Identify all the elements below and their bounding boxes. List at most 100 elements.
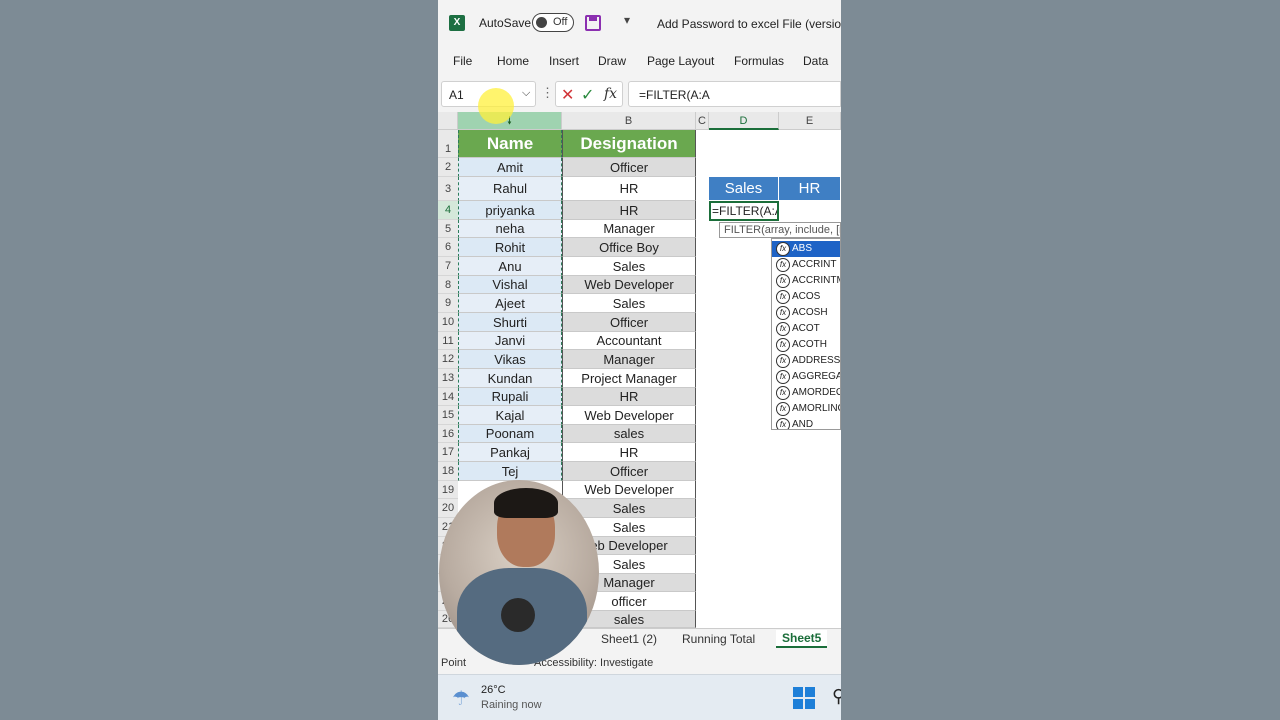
row-header[interactable]: 2 — [438, 158, 458, 177]
cancel-icon[interactable]: ✕ — [561, 85, 574, 105]
row-header[interactable]: 9 — [438, 294, 458, 313]
row-header[interactable]: 16 — [438, 425, 458, 443]
search-icon[interactable]: ⚲ — [832, 686, 841, 707]
row-header[interactable]: 10 — [438, 313, 458, 332]
name-cell[interactable]: Kajal — [458, 406, 562, 425]
row-header[interactable]: 11 — [438, 332, 458, 350]
row-header[interactable]: 19 — [438, 481, 458, 499]
select-all-corner[interactable] — [438, 112, 458, 130]
name-cell[interactable]: Anu — [458, 257, 562, 276]
designation-cell[interactable]: Manager — [562, 350, 696, 369]
enter-check-icon[interactable]: ✓ — [581, 85, 594, 105]
designation-cell[interactable]: Manager — [562, 220, 696, 238]
menu-file[interactable]: File — [453, 54, 472, 68]
designation-cell[interactable]: HR — [562, 177, 696, 201]
designation-cell[interactable]: Web Developer — [562, 276, 696, 294]
designation-cell[interactable]: Web Developer — [562, 406, 696, 425]
row-header[interactable]: 18 — [438, 462, 458, 481]
column-header-b[interactable]: B — [562, 112, 696, 130]
name-cell[interactable]: Ajeet — [458, 294, 562, 313]
autocomplete-item[interactable]: fx ACCRINT — [772, 257, 840, 273]
name-cell[interactable]: Janvi — [458, 332, 562, 350]
autocomplete-item[interactable]: fx AND — [772, 417, 840, 429]
active-cell-d4[interactable]: =FILTER(A:A — [709, 201, 779, 221]
customize-quick-access-icon[interactable]: ▾ — [624, 13, 630, 27]
autocomplete-item[interactable]: fx ACOSH — [772, 305, 840, 321]
insert-function-icon[interactable]: fx — [604, 86, 617, 102]
designation-cell[interactable]: Accountant — [562, 332, 696, 350]
column-header-c[interactable]: C — [696, 112, 709, 130]
rain-cloud-icon[interactable]: ☂ — [452, 686, 470, 711]
name-cell[interactable]: priyanka — [458, 201, 562, 220]
row-header[interactable]: 8 — [438, 276, 458, 294]
header-name-cell[interactable]: Name — [458, 130, 562, 158]
autocomplete-item[interactable]: fxAMORDEGRC — [772, 385, 840, 401]
row-header[interactable]: 13 — [438, 369, 458, 388]
name-cell[interactable]: Tej — [458, 462, 562, 481]
autocomplete-item[interactable]: fx ACOS — [772, 289, 840, 305]
autocomplete-item[interactable]: fx ADDRESS — [772, 353, 840, 369]
designation-cell[interactable]: Web Developer — [562, 481, 696, 499]
designation-cell[interactable]: HR — [562, 443, 696, 462]
menu-page-layout[interactable]: Page Layout — [647, 54, 714, 68]
autocomplete-item[interactable]: fx ACCRINTM — [772, 273, 840, 289]
tab-sheet5[interactable]: Sheet5 — [776, 630, 828, 648]
designation-cell[interactable]: Officer — [562, 313, 696, 332]
row-header[interactable]: 5 — [438, 220, 458, 238]
name-cell[interactable]: Kundan — [458, 369, 562, 388]
autocomplete-item[interactable]: fx ACOTH — [772, 337, 840, 353]
row-header[interactable]: 12 — [438, 350, 458, 369]
designation-cell[interactable]: HR — [562, 201, 696, 220]
name-cell[interactable]: Vikas — [458, 350, 562, 369]
autocomplete-list[interactable]: fx ABS fx ACCRINT fx ACCRINTM fx ACOS fx ACOSH fx A… — [771, 238, 841, 430]
designation-cell[interactable]: Office Boy — [562, 238, 696, 257]
name-cell[interactable]: Pankaj — [458, 443, 562, 462]
filter-header-hr[interactable]: HR — [779, 177, 841, 200]
windows-start-icon[interactable] — [793, 687, 815, 709]
name-cell[interactable]: neha — [458, 220, 562, 238]
designation-cell[interactable]: Sales — [562, 257, 696, 276]
filter-header-sales[interactable]: Sales — [709, 177, 779, 200]
tab-sheet1-2[interactable]: Sheet1 (2) — [601, 632, 657, 646]
column-header-e[interactable]: E — [779, 112, 841, 130]
designation-cell[interactable]: HR — [562, 388, 696, 406]
autocomplete-item[interactable]: fx AMORLINC — [772, 401, 840, 417]
menu-draw[interactable]: Draw — [598, 54, 626, 68]
designation-cell[interactable]: Officer — [562, 158, 696, 177]
designation-cell[interactable]: Officer — [562, 462, 696, 481]
chevron-down-icon[interactable]: ⌵ — [522, 87, 530, 100]
name-cell[interactable]: Amit — [458, 158, 562, 177]
autocomplete-item[interactable]: fx ACOT — [772, 321, 840, 337]
row-header[interactable]: 4 — [438, 201, 458, 220]
autocomplete-item[interactable]: fxAGGREGATE — [772, 369, 840, 385]
designation-cell[interactable]: Project Manager — [562, 369, 696, 388]
tab-running-total[interactable]: Running Total — [682, 632, 755, 646]
autosave-toggle[interactable]: Off — [532, 13, 574, 32]
name-cell[interactable]: Rohit — [458, 238, 562, 257]
menu-home[interactable]: Home — [497, 54, 529, 68]
menu-data[interactable]: Data — [803, 54, 828, 68]
autocomplete-item[interactable]: fx ABS — [772, 241, 840, 257]
name-cell[interactable]: Poonam — [458, 425, 562, 443]
save-icon[interactable] — [585, 15, 601, 31]
name-cell[interactable]: Rahul — [458, 177, 562, 201]
row-header[interactable]: 3 — [438, 177, 458, 201]
name-cell[interactable]: Shurti — [458, 313, 562, 332]
row-header[interactable]: 1 — [438, 130, 458, 158]
row-header[interactable]: 14 — [438, 388, 458, 406]
formula-input[interactable]: =FILTER(A:A — [628, 81, 841, 107]
menu-formulas[interactable]: Formulas — [734, 54, 784, 68]
column-header-d[interactable]: D — [709, 112, 779, 130]
designation-cell[interactable]: sales — [562, 425, 696, 443]
designation-cell[interactable]: Sales — [562, 294, 696, 313]
row-header[interactable]: 15 — [438, 406, 458, 425]
header-designation-cell[interactable]: Designation — [562, 130, 696, 158]
menu-insert[interactable]: Insert — [549, 54, 579, 68]
row-header[interactable]: 7 — [438, 257, 458, 276]
function-tooltip[interactable]: FILTER(array, include, [if — [719, 222, 841, 238]
row-header[interactable]: 6 — [438, 238, 458, 257]
name-cell[interactable]: Rupali — [458, 388, 562, 406]
more-options-icon[interactable]: ⋮ — [541, 85, 554, 101]
row-header[interactable]: 17 — [438, 443, 458, 462]
name-cell[interactable]: Vishal — [458, 276, 562, 294]
